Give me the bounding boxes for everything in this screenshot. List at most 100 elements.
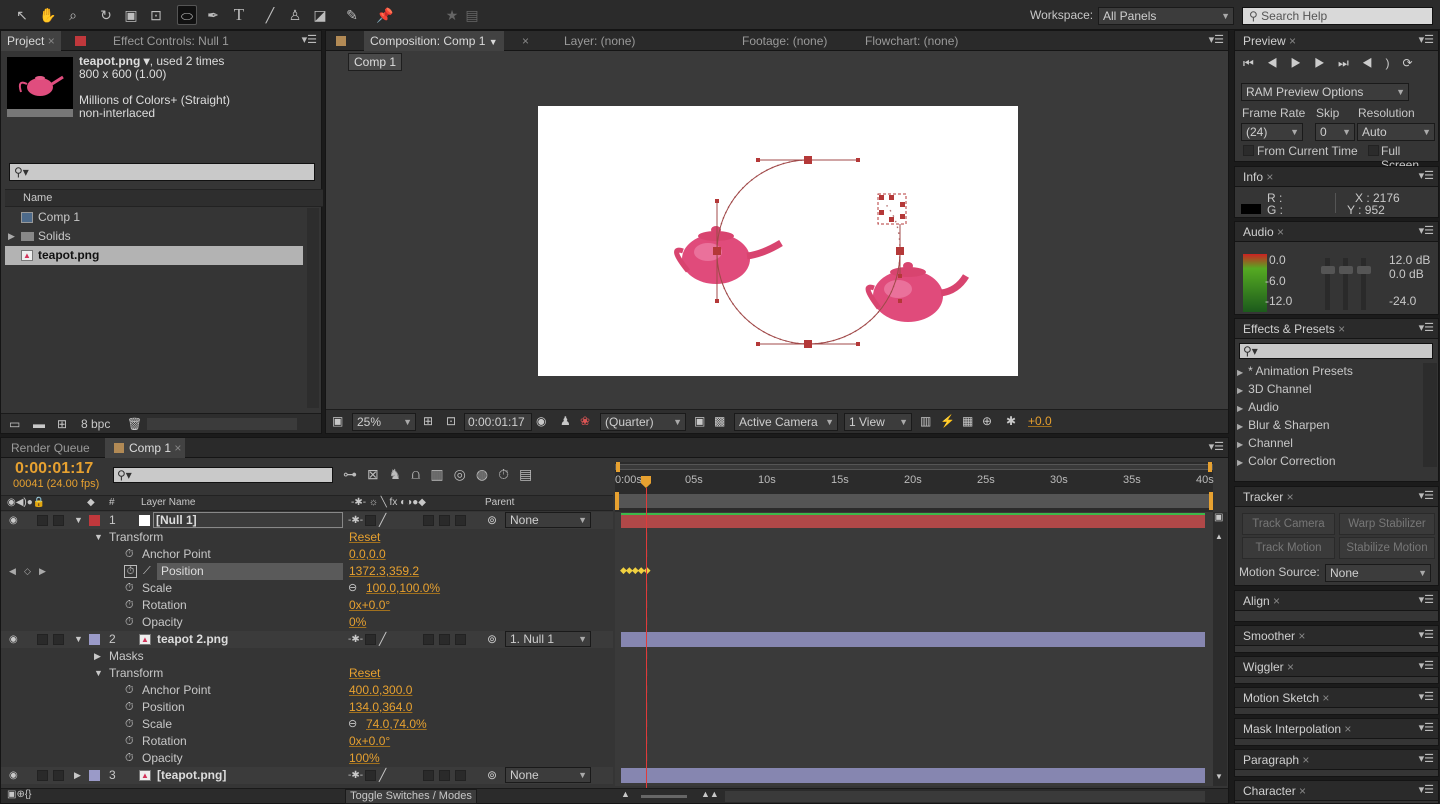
from-current-time-checkbox[interactable] xyxy=(1243,145,1254,156)
eraser-tool-icon[interactable]: ◪ xyxy=(310,5,330,25)
effects-category[interactable]: ▶ Blur & Sharpen xyxy=(1237,417,1421,435)
parent-dropdown[interactable]: 1. Null 1 ▼ xyxy=(505,631,591,647)
show-snapshot-icon[interactable]: ♟ xyxy=(560,414,571,428)
3d-layer-switch[interactable] xyxy=(455,634,466,645)
collapse-switch[interactable] xyxy=(365,634,376,645)
stabilize-motion-button[interactable]: Stabilize Motion xyxy=(1339,537,1435,559)
collapse-switch[interactable] xyxy=(365,515,376,526)
bpc-label[interactable]: 8 bpc xyxy=(81,417,110,431)
eye-icon[interactable]: ◉ xyxy=(9,767,18,784)
lock-switch[interactable] xyxy=(53,770,64,781)
toggle-pixel-aspect-icon[interactable]: ▥ xyxy=(920,414,931,428)
search-help-input[interactable]: ⚲ Search Help xyxy=(1242,7,1433,25)
timeline-current-time[interactable]: 0:00:01:17 xyxy=(15,460,93,478)
solo-switch[interactable] xyxy=(37,634,48,645)
solo-switch[interactable] xyxy=(37,770,48,781)
effects-category[interactable]: ▶ Audio xyxy=(1237,399,1421,417)
previous-keyframe-icon[interactable]: ◀ xyxy=(9,563,16,580)
scroll-up-icon[interactable]: ▲ xyxy=(1215,532,1223,541)
parent-dropdown[interactable]: None ▼ xyxy=(505,767,591,783)
stopwatch-icon[interactable]: ⏱ xyxy=(125,614,134,631)
shy-switch-icon[interactable]: -✱- xyxy=(348,512,363,529)
smoother-title[interactable]: Smoother × xyxy=(1237,626,1311,646)
toggle-switches-modes-button[interactable]: Toggle Switches / Modes xyxy=(345,789,477,804)
property-position[interactable]: ⏱ Position 134.0,364.0 xyxy=(1,699,613,716)
property-value[interactable]: 0.0,0.0 xyxy=(349,546,386,563)
magnification-dropdown[interactable]: 25% ▼ xyxy=(352,413,416,431)
column-name-label[interactable]: Name xyxy=(23,192,52,204)
close-icon[interactable]: × xyxy=(522,34,529,48)
3d-layer-switch[interactable] xyxy=(455,515,466,526)
add-keyframe-icon[interactable]: ◇ xyxy=(24,563,31,580)
effect-switch[interactable] xyxy=(423,770,434,781)
stopwatch-icon[interactable]: ⏱ xyxy=(125,580,134,597)
comp-navigator-button[interactable]: Comp 1 xyxy=(348,53,402,71)
panel-menu-icon[interactable]: ▾☰ xyxy=(1419,322,1434,334)
hand-tool-icon[interactable]: ✋ xyxy=(38,5,58,25)
audio-slider-handle[interactable] xyxy=(1321,266,1335,274)
puppet-pin-tool-icon[interactable]: 📌 xyxy=(375,5,395,25)
skip-dropdown[interactable]: 0 ▼ xyxy=(1315,123,1355,141)
composition-canvas[interactable] xyxy=(538,106,1018,376)
zoom-in-icon[interactable]: ▲▲ xyxy=(701,789,719,799)
stopwatch-icon[interactable]: ⏱ xyxy=(125,750,134,767)
time-navigator[interactable] xyxy=(615,494,1213,508)
stopwatch-icon[interactable]: ⏱ xyxy=(125,682,134,699)
property-rotation[interactable]: ⏱ Rotation 0x+0.0° xyxy=(1,733,613,750)
quality-switch-icon[interactable]: ╱ xyxy=(379,512,386,529)
current-time-indicator-line[interactable] xyxy=(646,488,647,788)
panel-menu-icon[interactable]: ▾☰ xyxy=(1419,629,1434,641)
frame-blending-icon[interactable]: ⩍ xyxy=(411,466,430,482)
zoom-tool-icon[interactable]: ⌕ xyxy=(63,5,83,25)
shy-switch-icon[interactable]: -✱- xyxy=(348,631,363,648)
eye-icon[interactable]: ◉ xyxy=(9,631,18,648)
property-value[interactable]: 0x+0.0° xyxy=(349,733,390,750)
motion-blur-switch[interactable] xyxy=(439,770,450,781)
frame-rate-dropdown[interactable]: (24) ▼ xyxy=(1241,123,1303,141)
collapse-switch[interactable] xyxy=(365,770,376,781)
property-position[interactable]: ◀ ◇ ▶ ⏱ ⟋ Position 1372.3,359.2 xyxy=(1,563,613,580)
last-frame-icon[interactable]: ⏭ xyxy=(1338,56,1362,70)
property-rotation[interactable]: ⏱ Rotation 0x+0.0° xyxy=(1,597,613,614)
teapot-left-image[interactable] xyxy=(674,226,783,284)
panel-menu-icon[interactable]: ▾☰ xyxy=(1419,490,1434,502)
collapse-triangle-icon[interactable]: ▼ xyxy=(94,665,103,682)
panel-menu-icon[interactable]: ▾☰ xyxy=(1209,34,1224,46)
layer-label-color[interactable] xyxy=(89,770,100,781)
constrain-proportions-icon[interactable]: ⊖ xyxy=(348,716,357,733)
motion-blur-switch[interactable] xyxy=(439,515,450,526)
motion-source-dropdown[interactable]: None ▼ xyxy=(1325,564,1431,582)
layer-name[interactable]: [teapot.png] xyxy=(157,767,226,784)
reset-link[interactable]: Reset xyxy=(349,665,380,682)
layer-name[interactable]: teapot 2.png xyxy=(157,631,228,648)
shy-switch-icon[interactable]: -✱- xyxy=(348,767,363,784)
project-item-folder[interactable]: ▶ Solids xyxy=(5,227,303,246)
property-value[interactable]: 134.0,364.0 xyxy=(349,699,412,716)
ram-preview-options-dropdown[interactable]: RAM Preview Options ▼ xyxy=(1241,83,1409,101)
snapshot-camera-icon[interactable]: ◉ xyxy=(536,414,546,428)
wiggler-title[interactable]: Wiggler × xyxy=(1237,657,1300,677)
tab-project[interactable]: Project × xyxy=(1,31,61,51)
motion-blur-icon[interactable]: ▥ xyxy=(430,466,453,482)
panel-menu-icon[interactable]: ▾☰ xyxy=(1419,753,1434,765)
first-frame-icon[interactable]: ⏮ xyxy=(1243,56,1267,70)
comp-marker-icon[interactable]: ▣ xyxy=(1214,512,1223,523)
tab-layer[interactable]: Layer: (none) xyxy=(558,31,641,51)
render-icon[interactable]: ▤ xyxy=(519,466,542,482)
timeline-graph-area[interactable]: ◆◆◆◆◆ I I I I I I I I I I I I xyxy=(615,512,1213,786)
3d-layer-switch[interactable] xyxy=(455,770,466,781)
parent-dropdown[interactable]: None ▼ xyxy=(505,512,591,528)
layer-bar-teapot-2[interactable] xyxy=(621,632,1205,647)
solo-switch[interactable] xyxy=(37,515,48,526)
tab-flowchart[interactable]: Flowchart: (none) xyxy=(859,31,964,51)
rotate-tool-icon[interactable]: ↻ xyxy=(96,5,116,25)
property-scale[interactable]: ⏱ Scale ⊖ 100.0,100.0% xyxy=(1,580,613,597)
view-layout-dropdown[interactable]: 1 View ▼ xyxy=(844,413,912,431)
timeline-v-scrollbar[interactable]: ▣ ▲ ▼ xyxy=(1213,512,1227,786)
lock-switch[interactable] xyxy=(53,634,64,645)
expand-triangle-icon[interactable]: ▶ xyxy=(94,648,101,665)
camera-view-dropdown[interactable]: Active Camera ▼ xyxy=(734,413,838,431)
new-comp-icon[interactable]: ⊞ xyxy=(57,417,67,431)
reset-exposure-icon[interactable]: ✱ xyxy=(1006,414,1016,428)
panel-menu-icon[interactable]: ▾☰ xyxy=(1419,594,1434,606)
